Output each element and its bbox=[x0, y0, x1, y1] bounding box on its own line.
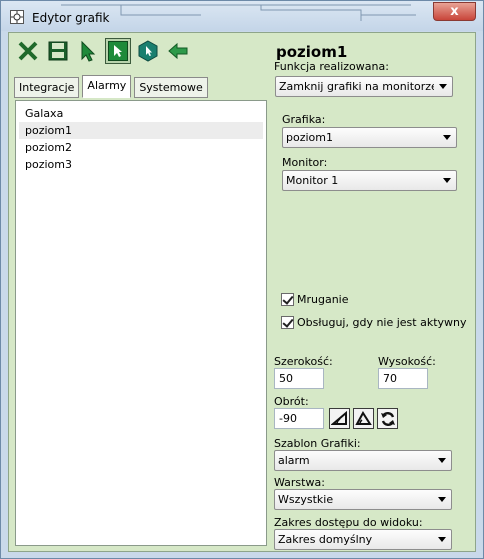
refresh-rotation-button[interactable] bbox=[377, 408, 398, 429]
triangle-rotate-right-icon bbox=[355, 411, 372, 425]
handle-inactive-label: Obsługuj, gdy nie jest aktywny bbox=[297, 316, 467, 329]
chevron-down-icon bbox=[443, 178, 451, 183]
layer-select[interactable]: Wszystkie bbox=[274, 489, 452, 510]
tab-alarmy[interactable]: Alarmy bbox=[82, 75, 132, 98]
tab-integracje[interactable]: Integracje bbox=[14, 77, 80, 98]
access-scope-select[interactable]: Zakres domyślny bbox=[274, 529, 452, 550]
function-label: Funkcja realizowana: bbox=[274, 60, 389, 73]
access-scope-select-value: Zakres domyślny bbox=[278, 533, 373, 546]
list-item-selected[interactable]: poziom1 bbox=[19, 122, 263, 139]
width-label: Szerokość: bbox=[274, 355, 333, 368]
background-lines bbox=[61, 4, 416, 21]
monitor-select-value: Monitor 1 bbox=[286, 174, 339, 187]
client-area: Integracje Alarmy Systemowe Galaxa pozio… bbox=[8, 32, 476, 552]
height-input[interactable]: 70 bbox=[378, 368, 428, 389]
tab-systemowe[interactable]: Systemowe bbox=[134, 77, 208, 98]
polygon-tool-button[interactable] bbox=[135, 38, 161, 64]
title-bar[interactable]: Edytor grafik x bbox=[1, 1, 483, 31]
monitor-label: Monitor: bbox=[282, 156, 328, 169]
close-window-button[interactable]: x bbox=[433, 2, 476, 21]
item-heading: poziom1 bbox=[276, 43, 348, 61]
template-label: Szablon Grafiki: bbox=[274, 437, 361, 450]
layer-select-value: Wszystkie bbox=[278, 493, 334, 506]
editor-window: Edytor grafik x Integracje Alarmy System… bbox=[0, 0, 484, 559]
chevron-down-icon bbox=[438, 537, 446, 542]
template-select-value: alarm bbox=[278, 454, 310, 467]
chevron-down-icon bbox=[438, 458, 446, 463]
app-icon bbox=[10, 10, 24, 24]
chevron-down-icon bbox=[443, 135, 451, 140]
graphic-select[interactable]: poziom1 bbox=[282, 127, 457, 148]
close-icon: x bbox=[450, 4, 459, 19]
save-icon bbox=[48, 41, 68, 61]
toolbar bbox=[15, 38, 191, 64]
discard-button[interactable] bbox=[15, 38, 41, 64]
graphic-select-value: poziom1 bbox=[286, 131, 333, 144]
width-input[interactable]: 50 bbox=[274, 368, 324, 389]
selection-cursor-icon bbox=[108, 41, 128, 61]
template-select[interactable]: alarm bbox=[274, 450, 452, 471]
back-arrow-icon bbox=[168, 42, 188, 60]
blink-checkbox[interactable]: Mruganie bbox=[281, 293, 349, 306]
checkbox-checked-icon bbox=[281, 293, 294, 306]
function-select[interactable]: Zamknij grafiki na monitorze i otw bbox=[275, 76, 453, 97]
window-title: Edytor grafik bbox=[32, 11, 110, 25]
triangle-rotate-left-icon bbox=[331, 411, 347, 425]
blink-label: Mruganie bbox=[297, 293, 349, 306]
rotation-input[interactable]: -90 bbox=[274, 408, 324, 429]
chevron-down-icon bbox=[438, 497, 446, 502]
polygon-icon bbox=[138, 40, 158, 62]
close-x-icon bbox=[18, 41, 38, 61]
chevron-down-icon bbox=[439, 84, 447, 89]
pointer-tool-button[interactable] bbox=[75, 38, 101, 64]
select-tool-button[interactable] bbox=[105, 38, 131, 64]
handle-inactive-checkbox[interactable]: Obsługuj, gdy nie jest aktywny bbox=[281, 316, 467, 329]
tab-strip: Integracje Alarmy Systemowe bbox=[14, 75, 208, 98]
save-button[interactable] bbox=[45, 38, 71, 64]
checkbox-checked-icon bbox=[281, 316, 294, 329]
graphics-list[interactable]: Galaxa poziom1 poziom2 poziom3 bbox=[15, 100, 267, 546]
rotation-label: Obrót: bbox=[274, 395, 309, 408]
refresh-icon bbox=[380, 411, 395, 426]
properties-panel: poziom1 Funkcja realizowana: Zamknij gra… bbox=[271, 35, 474, 550]
list-item[interactable]: poziom3 bbox=[16, 156, 266, 173]
access-scope-label: Zakres dostępu do widoku: bbox=[274, 516, 423, 529]
list-item[interactable]: Galaxa bbox=[16, 105, 266, 122]
function-select-value: Zamknij grafiki na monitorze i otw bbox=[279, 80, 434, 93]
height-label: Wysokość: bbox=[378, 355, 436, 368]
monitor-select[interactable]: Monitor 1 bbox=[282, 170, 457, 191]
back-button[interactable] bbox=[165, 38, 191, 64]
list-item[interactable]: poziom2 bbox=[16, 139, 266, 156]
rotate-left-button[interactable] bbox=[329, 408, 350, 429]
layer-label: Warstwa: bbox=[274, 476, 325, 489]
arrow-cursor-icon bbox=[81, 40, 96, 62]
graphic-label: Grafika: bbox=[282, 113, 326, 126]
rotate-right-button[interactable] bbox=[353, 408, 374, 429]
